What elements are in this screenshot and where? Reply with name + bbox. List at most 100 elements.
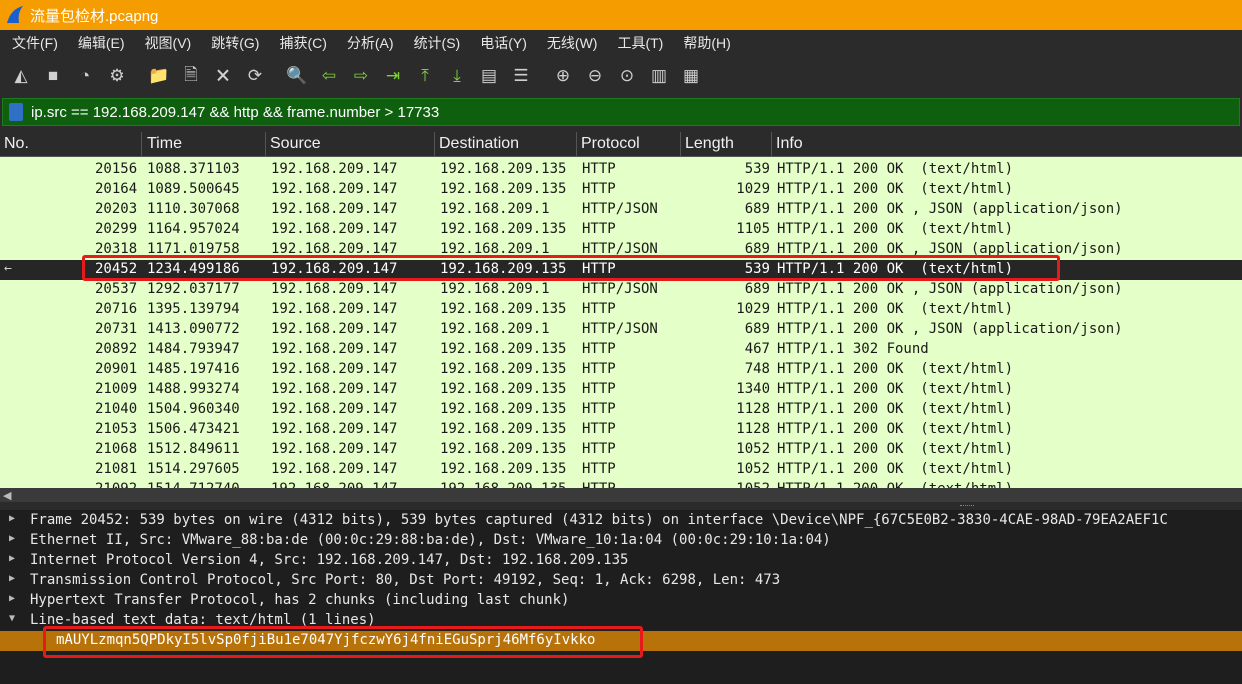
reload-file-icon[interactable]: ⟳ [240, 61, 270, 91]
expand-icon[interactable]: ▶ [9, 533, 15, 544]
find-packet-icon[interactable]: 🔍 [282, 61, 312, 91]
column-source[interactable]: Source [270, 135, 321, 153]
menu-item-5[interactable]: 分析(A) [335, 33, 402, 53]
go-last-icon[interactable]: ⤓ [442, 61, 472, 91]
detail-row[interactable]: ▶ Transmission Control Protocol, Src Port… [0, 571, 1242, 591]
table-row[interactable]: 20299 1164.957024 192.168.209.147 192.168.2… [0, 220, 1242, 240]
save-file-icon[interactable]: 🗎 [176, 61, 206, 91]
colorize-icon[interactable]: ☰ [506, 61, 536, 91]
open-file-icon[interactable]: 📁 [144, 61, 174, 91]
detail-row[interactable]: ▶ Hypertext Transfer Protocol, has 2 chun… [0, 591, 1242, 611]
pane-splitter[interactable] [0, 502, 1242, 510]
detail-row[interactable]: ▶ Internet Protocol Version 4, Src: 192.1… [0, 551, 1242, 571]
cell-info: HTTP/1.1 200 OK , JSON (application/json… [777, 321, 1123, 337]
table-row[interactable]: 20203 1110.307068 192.168.209.147 192.168.2… [0, 200, 1242, 220]
cell-time: 1484.793947 [147, 341, 240, 357]
cell-no: 20537 [95, 281, 138, 297]
scroll-left-icon[interactable]: ◀ [3, 489, 11, 502]
menu-item-2[interactable]: 视图(V) [133, 33, 200, 53]
cell-info: HTTP/1.1 200 OK (text/html) [777, 181, 1014, 197]
table-row[interactable]: 21053 1506.473421 192.168.209.147 192.168.2… [0, 420, 1242, 440]
column-no[interactable]: No. [4, 135, 29, 153]
menu-item-7[interactable]: 电话(Y) [468, 33, 535, 53]
start-capture-icon[interactable]: ◭ [6, 61, 36, 91]
cell-src: 192.168.209.147 [271, 401, 398, 417]
table-row[interactable]: 20156 1088.371103 192.168.209.147 192.168.2… [0, 160, 1242, 180]
table-row[interactable]: 20901 1485.197416 192.168.209.147 192.168.2… [0, 360, 1242, 380]
column-destination[interactable]: Destination [439, 135, 519, 153]
zoom-out-icon[interactable]: ⊖ [580, 61, 610, 91]
cell-dst: 192.168.209.135 [440, 421, 567, 437]
packet-list: No. Time Source Destination Protocol Len… [0, 132, 1242, 488]
table-row[interactable]: 20731 1413.090772 192.168.209.147 192.168.2… [0, 320, 1242, 340]
cell-len: 689 [744, 201, 770, 217]
column-length[interactable]: Length [685, 135, 734, 153]
table-row[interactable]: 21068 1512.849611 192.168.209.147 192.168.2… [0, 440, 1242, 460]
layout-icon[interactable]: ▦ [676, 61, 706, 91]
detail-row[interactable]: ▶ Frame 20452: 539 bytes on wire (4312 bi… [0, 511, 1242, 531]
cell-len: 1052 [736, 441, 770, 457]
cell-len: 1029 [736, 301, 770, 317]
display-filter-input[interactable] [29, 102, 1133, 122]
go-first-icon[interactable]: ⤒ [410, 61, 440, 91]
go-to-packet-icon[interactable]: ⇥ [378, 61, 408, 91]
detail-row[interactable]: ▶ Ethernet II, Src: VMware_88:ba:de (00:0… [0, 531, 1242, 551]
table-row[interactable]: 20892 1484.793947 192.168.209.147 192.168.2… [0, 340, 1242, 360]
cell-no: 20892 [95, 341, 138, 357]
table-row[interactable]: 20164 1089.500645 192.168.209.147 192.168.2… [0, 180, 1242, 200]
zoom-normal-icon[interactable]: ⊙ [612, 61, 642, 91]
menu-item-10[interactable]: 帮助(H) [671, 33, 738, 53]
close-file-icon[interactable]: 🗙 [208, 61, 238, 91]
expand-icon[interactable]: ▶ [9, 593, 15, 604]
cell-no: 20164 [95, 181, 138, 197]
go-forward-icon[interactable]: ⇨ [346, 61, 376, 91]
menu-item-0[interactable]: 文件(F) [0, 33, 66, 53]
resize-columns-icon[interactable]: ▥ [644, 61, 674, 91]
cell-proto: HTTP [582, 161, 616, 177]
cell-dst: 192.168.209.135 [440, 481, 566, 488]
cell-len: 689 [744, 321, 770, 337]
menu-item-3[interactable]: 跳转(G) [199, 33, 267, 53]
cell-dst: 192.168.209.135 [440, 341, 567, 357]
cell-time: 1512.849611 [147, 441, 240, 457]
capture-options-icon[interactable]: ⚙ [102, 61, 132, 91]
cell-dst: 192.168.209.135 [440, 161, 567, 177]
expand-icon[interactable]: ▶ [9, 513, 15, 524]
table-row[interactable]: 21040 1504.960340 192.168.209.147 192.168.2… [0, 400, 1242, 420]
cell-info: HTTP/1.1 200 OK (text/html) [777, 481, 1013, 488]
menu-item-8[interactable]: 无线(W) [535, 33, 606, 53]
go-back-icon[interactable]: ⇦ [314, 61, 344, 91]
cell-dst: 192.168.209.135 [440, 361, 567, 377]
collapse-icon[interactable]: ▼ [9, 613, 15, 624]
table-row[interactable]: 21081 1514.297605 192.168.209.147 192.168.2… [0, 460, 1242, 480]
expand-icon[interactable]: ▶ [9, 573, 15, 584]
menu-item-9[interactable]: 工具(T) [605, 33, 671, 53]
horizontal-scrollbar[interactable]: ◀ [0, 488, 1242, 502]
menu-item-4[interactable]: 捕获(C) [267, 33, 334, 53]
column-time[interactable]: Time [147, 135, 182, 153]
table-row[interactable]: 20537 1292.037177 192.168.209.147 192.168.2… [0, 280, 1242, 300]
cell-info: HTTP/1.1 200 OK (text/html) [777, 361, 1014, 377]
menu-item-1[interactable]: 编辑(E) [66, 33, 133, 53]
column-protocol[interactable]: Protocol [581, 135, 640, 153]
cell-src: 192.168.209.147 [271, 221, 398, 237]
payload-annotation [43, 626, 643, 658]
cell-src: 192.168.209.147 [271, 461, 398, 477]
autoscroll-icon[interactable]: ▤ [474, 61, 504, 91]
zoom-in-icon[interactable]: ⊕ [548, 61, 578, 91]
bookmark-icon[interactable] [9, 103, 23, 121]
cell-src: 192.168.209.147 [271, 161, 398, 177]
column-info[interactable]: Info [776, 135, 803, 153]
menu-item-6[interactable]: 统计(S) [402, 33, 469, 53]
table-row[interactable]: 21092 1514.712740 192.168.209.147 192.168.2… [0, 480, 1242, 488]
table-row[interactable]: 20716 1395.139794 192.168.209.147 192.168.2… [0, 300, 1242, 320]
cell-len: 689 [744, 281, 770, 297]
stop-capture-icon[interactable]: ■ [38, 61, 68, 91]
cell-len: 467 [744, 341, 770, 357]
cell-len: 539 [744, 161, 770, 177]
restart-capture-icon[interactable]: ◔ [70, 61, 100, 91]
cell-src: 192.168.209.147 [271, 321, 398, 337]
expand-icon[interactable]: ▶ [9, 553, 15, 564]
main-toolbar: ◭ ■ ◔ ⚙ 📁 🗎 🗙 ⟳ 🔍 ⇦ ⇨ ⇥ ⤒ ⤓ ▤ ☰ ⊕ ⊖ ⊙ ▥ ▦ [0, 56, 1242, 96]
table-row[interactable]: 21009 1488.993274 192.168.209.147 192.168.2… [0, 380, 1242, 400]
